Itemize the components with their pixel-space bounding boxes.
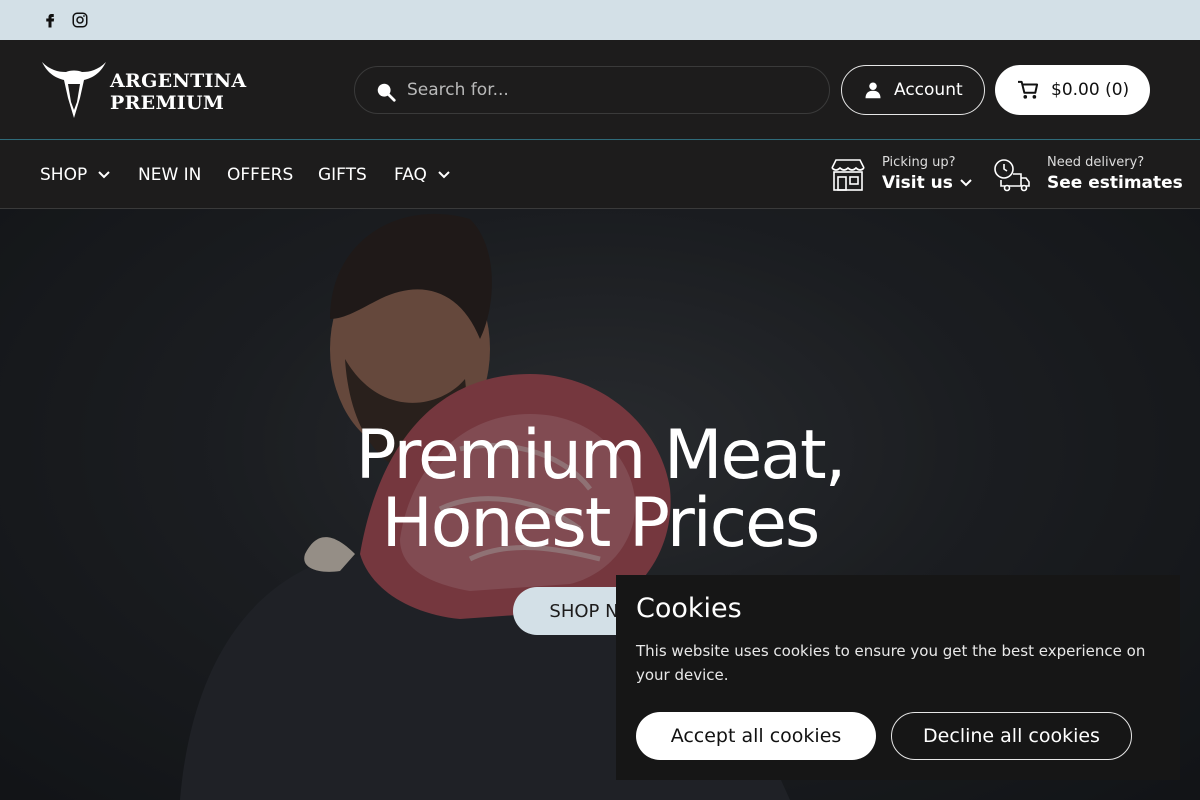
site-logo[interactable]: ARGENTINA PREMIUM bbox=[38, 58, 246, 122]
chevron-down-icon bbox=[960, 179, 972, 187]
decline-cookies-button[interactable]: Decline all cookies bbox=[891, 712, 1132, 760]
nav-item-label: GIFTS bbox=[318, 165, 367, 185]
delivery-text: Need delivery? See estimates bbox=[1047, 155, 1183, 195]
nav-item-label: FAQ bbox=[394, 165, 427, 185]
nav-item-offers[interactable]: OFFERS bbox=[227, 163, 293, 187]
nav-item-label: NEW IN bbox=[138, 165, 202, 185]
nav-item-faq[interactable]: FAQ bbox=[394, 163, 451, 187]
cart-total: $0.00 (0) bbox=[1051, 80, 1130, 100]
cookie-banner: Cookies This website uses cookies to ens… bbox=[616, 575, 1180, 780]
user-icon bbox=[865, 82, 881, 99]
nav-item-shop[interactable]: SHOP bbox=[40, 163, 111, 187]
site-header: ARGENTINA PREMIUM Account $0.00 (0) bbox=[0, 40, 1200, 140]
bull-logo-icon bbox=[42, 62, 106, 118]
hero-title: Premium Meat, Honest Prices bbox=[300, 422, 900, 558]
store-icon bbox=[831, 159, 865, 191]
account-button[interactable]: Account bbox=[841, 65, 985, 115]
nav-item-label: SHOP bbox=[40, 165, 88, 185]
pickup-small-label: Picking up? bbox=[882, 155, 956, 170]
accept-cookies-button[interactable]: Accept all cookies bbox=[636, 712, 876, 760]
social-bar bbox=[0, 0, 1200, 40]
logo-line-1: ARGENTINA bbox=[110, 70, 247, 92]
hero-title-line-2: Honest Prices bbox=[381, 484, 821, 563]
delivery-estimates[interactable]: Need delivery? See estimates bbox=[993, 155, 1183, 195]
search-input[interactable] bbox=[407, 67, 807, 113]
cart-button[interactable]: $0.00 (0) bbox=[995, 65, 1150, 115]
logo-wordmark: ARGENTINA PREMIUM bbox=[110, 70, 246, 114]
main-nav: SHOP NEW IN OFFERS GIFTS FAQ Picking up?… bbox=[0, 141, 1200, 209]
delivery-truck-icon bbox=[994, 159, 1030, 192]
pickup-text: Picking up? Visit us bbox=[882, 155, 973, 195]
pickup-visit-us[interactable]: Picking up? Visit us bbox=[830, 155, 973, 195]
search-icon[interactable] bbox=[375, 81, 397, 103]
account-label: Account bbox=[894, 80, 963, 100]
pickup-big-label: Visit us bbox=[882, 171, 973, 195]
chevron-down-icon bbox=[438, 171, 450, 179]
cookie-text: This website uses cookies to ensure you … bbox=[636, 642, 1146, 684]
cookie-title: Cookies bbox=[636, 593, 742, 624]
search-box bbox=[354, 66, 830, 114]
cart-icon bbox=[1018, 80, 1039, 99]
logo-line-2: PREMIUM bbox=[110, 92, 225, 114]
visit-us-label: Visit us bbox=[882, 173, 953, 193]
nav-item-new-in[interactable]: NEW IN bbox=[138, 163, 201, 187]
facebook-icon[interactable] bbox=[40, 10, 60, 30]
delivery-small-label: Need delivery? bbox=[1047, 155, 1145, 170]
delivery-big-label: See estimates bbox=[1047, 173, 1183, 193]
hero-title-line-1: Premium Meat, bbox=[355, 416, 847, 495]
nav-item-gifts[interactable]: GIFTS bbox=[318, 163, 367, 187]
nav-item-label: OFFERS bbox=[227, 165, 294, 185]
chevron-down-icon bbox=[98, 171, 110, 179]
instagram-icon[interactable] bbox=[70, 10, 90, 30]
